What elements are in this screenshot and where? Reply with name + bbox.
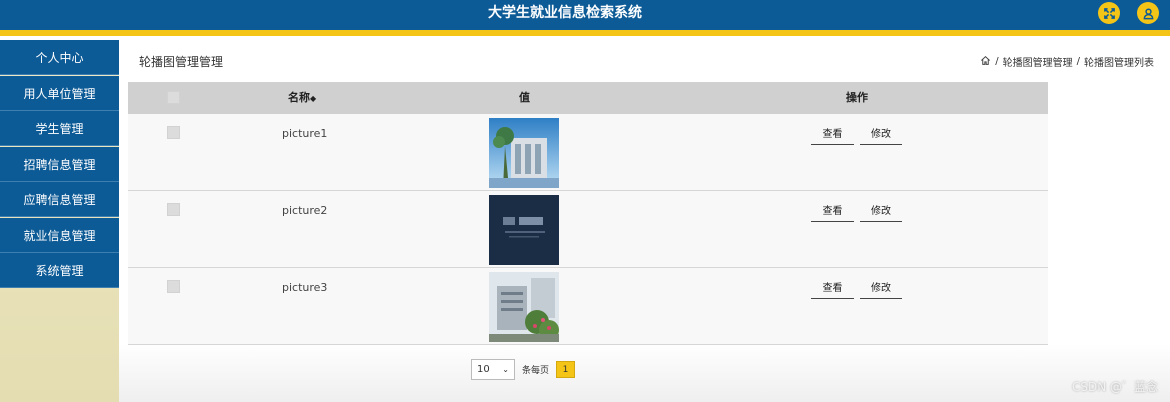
select-all-checkbox[interactable] (167, 91, 180, 104)
row-name: picture3 (282, 281, 328, 294)
breadcrumb-item-list: 轮播图管理列表 (1084, 58, 1154, 69)
home-icon[interactable] (980, 55, 991, 69)
sidebar-item-application-management[interactable]: 应聘信息管理 (0, 182, 119, 217)
page-button-current[interactable]: 1 (556, 361, 576, 378)
per-page-label: 条每页 (522, 366, 550, 376)
row-name: picture1 (282, 127, 328, 140)
table-header: 名称◆ 值 操作 (128, 82, 1048, 114)
column-header-value: 值 (519, 91, 530, 104)
watermark: CSDN @゛蓝念 (1071, 380, 1158, 394)
row-checkbox[interactable] (167, 280, 180, 293)
column-name-label: 名称 (288, 91, 310, 104)
user-icon[interactable] (1137, 2, 1159, 24)
page-size-value: 10 (477, 364, 490, 375)
bottom-fade-overlay (119, 344, 1170, 402)
view-button[interactable]: 查看 (811, 201, 854, 222)
sidebar-item-student-management[interactable]: 学生管理 (0, 111, 119, 146)
breadcrumb-separator: / (1076, 56, 1080, 67)
carousel-image-thumbnail (489, 195, 559, 265)
sidebar-item-employment-management[interactable]: 就业信息管理 (0, 218, 119, 253)
table-row: picture2 查看 修改 (128, 191, 1048, 268)
app-title: 大学生就业信息检索系统 (488, 5, 642, 21)
view-button[interactable]: 查看 (811, 124, 854, 145)
page-size-select[interactable]: 10 ⌄ (471, 359, 515, 380)
sidebar-item-personal-center[interactable]: 个人中心 (0, 40, 119, 75)
carousel-image-thumbnail (489, 118, 559, 188)
sidebar: 个人中心 用人单位管理 学生管理 招聘信息管理 应聘信息管理 就业信息管理 系统… (0, 40, 119, 402)
edit-button[interactable]: 修改 (860, 278, 902, 299)
view-button[interactable]: 查看 (811, 278, 854, 299)
sidebar-item-system-management[interactable]: 系统管理 (0, 253, 119, 288)
row-checkbox[interactable] (167, 126, 180, 139)
page-title: 轮播图管理管理 (139, 55, 224, 69)
row-checkbox[interactable] (167, 203, 180, 216)
fullscreen-icon[interactable] (1098, 2, 1120, 24)
sort-icon[interactable]: ◆ (310, 94, 316, 103)
row-name: picture2 (282, 204, 328, 217)
column-header-name[interactable]: 名称◆ (288, 82, 316, 114)
breadcrumb-separator: / (995, 56, 999, 67)
breadcrumb-item-module[interactable]: 轮播图管理管理 (1003, 54, 1073, 69)
header-accent-stripe (0, 30, 1170, 36)
edit-button[interactable]: 修改 (860, 201, 902, 222)
carousel-image-thumbnail (489, 272, 559, 342)
column-header-actions: 操作 (846, 91, 868, 104)
top-bar: 大学生就业信息检索系统 (0, 0, 1170, 30)
edit-button[interactable]: 修改 (860, 124, 902, 145)
chevron-down-icon: ⌄ (502, 365, 509, 374)
pagination: 10 ⌄ 条每页 1 (471, 359, 576, 380)
table-row: picture1 查看 修改 (128, 114, 1048, 191)
sidebar-item-recruitment-management[interactable]: 招聘信息管理 (0, 147, 119, 182)
sidebar-item-employer-management[interactable]: 用人单位管理 (0, 76, 119, 111)
breadcrumb: / 轮播图管理管理 / 轮播图管理列表 (980, 54, 1154, 69)
table-row: picture3 查看 修改 (128, 268, 1048, 345)
